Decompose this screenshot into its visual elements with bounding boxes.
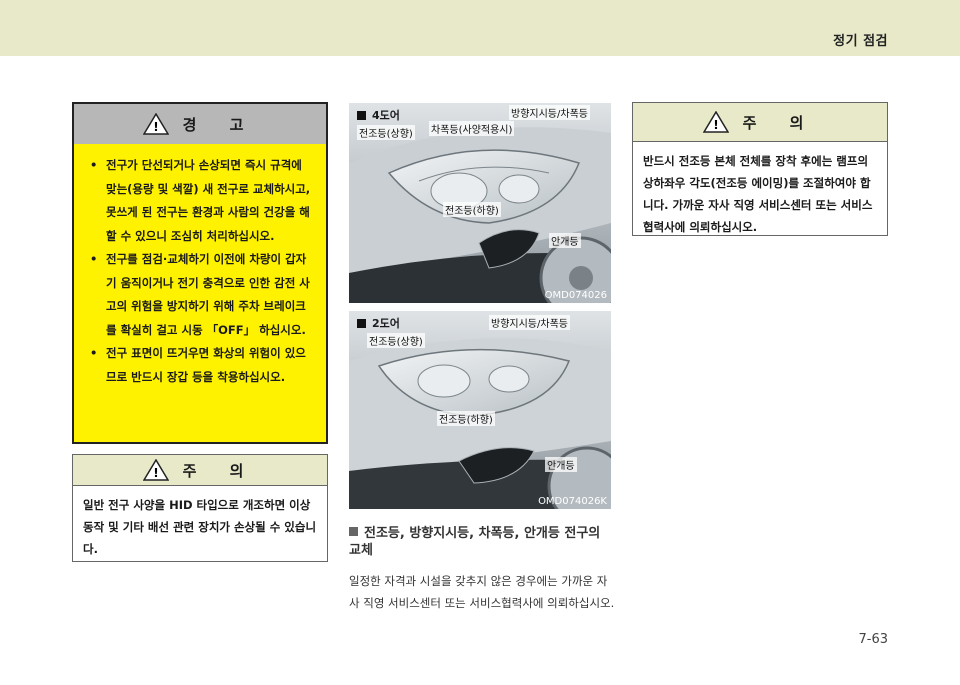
warning-header: ! 경 고	[74, 104, 326, 144]
image-code: OMD074026K	[538, 496, 607, 507]
section-title: 전조등, 방향지시등, 차폭등, 안개등 전구의 교체	[349, 526, 601, 558]
square-bullet-icon	[357, 318, 366, 328]
caution-triangle-icon: !	[702, 111, 729, 133]
warning-triangle-icon: !	[142, 113, 169, 135]
caution-title: 주 의	[742, 113, 818, 132]
label-position-lamp: 차폭등(사양적용시)	[429, 121, 515, 136]
chapter-title: 정기 점검	[833, 34, 888, 49]
headlamp-photo-4door: 4도어 전조등(상향) 차폭등(사양적용시) 방향지시등/차폭등 전조등(하향)…	[349, 103, 611, 303]
label-headlamp-high: 전조등(상향)	[357, 125, 415, 140]
page-number: 7-63	[858, 632, 888, 647]
warning-title: 경 고	[182, 115, 258, 134]
caution-header: ! 주 의	[633, 103, 887, 142]
warning-list: 전구가 단선되거나 손상되면 즉시 규격에 맞는(용량 및 색깔) 새 전구로 …	[74, 144, 326, 389]
door-tag: 2도어	[357, 315, 400, 331]
label-headlamp-low: 전조등(하향)	[443, 202, 501, 217]
image-code: OMD074026	[544, 290, 607, 301]
warning-item: 전구가 단선되거나 손상되면 즉시 규격에 맞는(용량 및 색깔) 새 전구로 …	[86, 154, 312, 248]
page-header: 정기 점검	[0, 0, 960, 56]
svg-text:!: !	[713, 118, 718, 132]
caution-text: 일반 전구 사양을 HID 타입으로 개조하면 이상 동작 및 기타 배선 관련…	[83, 498, 317, 556]
warning-box: ! 경 고 전구가 단선되거나 손상되면 즉시 규격에 맞는(용량 및 색깔) …	[72, 102, 328, 444]
square-bullet-icon	[349, 527, 358, 536]
caution-header: ! 주 의	[73, 455, 327, 486]
caution-text: 반드시 전조등 본체 전체를 장착 후에는 램프의 상하좌우 각도(전조등 에이…	[643, 154, 873, 234]
label-fog-lamp: 안개등	[545, 457, 577, 472]
label-fog-lamp: 안개등	[549, 233, 581, 248]
headlamp-photo-2door: 2도어 전조등(상향) 방향지시등/차폭등 전조등(하향) 안개등 OMD074…	[349, 311, 611, 509]
caution-box-right: ! 주 의 반드시 전조등 본체 전체를 장착 후에는 램프의 상하좌우 각도(…	[632, 102, 888, 236]
square-bullet-icon	[357, 110, 366, 120]
label-headlamp-low: 전조등(하향)	[437, 411, 495, 426]
warning-item: 전구 표면이 뜨거우면 화상의 위험이 있으므로 반드시 장갑 등을 착용하십시…	[86, 342, 312, 389]
caution-triangle-icon: !	[142, 459, 169, 481]
label-headlamp-high: 전조등(상향)	[367, 333, 425, 348]
caution-box-left: ! 주 의 일반 전구 사양을 HID 타입으로 개조하면 이상 동작 및 기타…	[72, 454, 328, 562]
door-tag: 4도어	[357, 107, 400, 123]
warning-item: 전구를 점검·교체하기 이전에 차량이 갑자기 움직이거나 전기 충격으로 인한…	[86, 248, 312, 342]
label-turn-signal: 방향지시등/차폭등	[509, 105, 590, 120]
svg-text:!: !	[153, 120, 158, 134]
label-turn-signal: 방향지시등/차폭등	[489, 315, 570, 330]
caution-title: 주 의	[182, 461, 258, 480]
section-body: 일정한 자격과 시설을 갖추지 않은 경우에는 가까운 자사 직영 서비스센터 …	[349, 574, 615, 610]
svg-text:!: !	[153, 466, 158, 480]
